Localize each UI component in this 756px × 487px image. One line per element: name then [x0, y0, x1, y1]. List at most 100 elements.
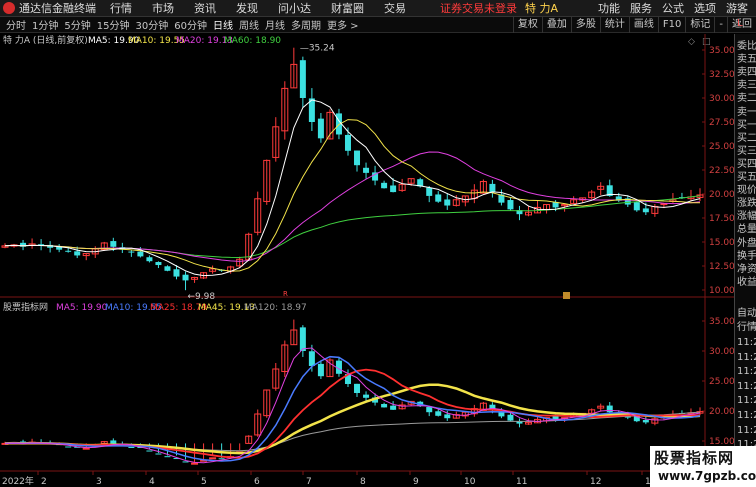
- date-label: 2022年: [2, 475, 34, 487]
- menu-news[interactable]: 资讯: [194, 0, 216, 16]
- candle-body: [146, 257, 153, 262]
- lower-ma5-label: MA5: 19.90: [56, 303, 108, 313]
- candle-body: [390, 405, 397, 410]
- draw-line-button[interactable]: 画线: [628, 16, 658, 33]
- period-daily[interactable]: 日线: [213, 17, 233, 32]
- price-tick-label: 20.00: [709, 190, 734, 200]
- chart-window-controls[interactable]: ◇ □: [688, 37, 711, 47]
- candle-body: [74, 251, 81, 256]
- candle-body: [381, 404, 388, 408]
- candle-body: [435, 194, 442, 202]
- candle-body: [435, 411, 442, 416]
- candle-body: [182, 274, 189, 281]
- menu-market-quotes[interactable]: 行情: [110, 0, 132, 16]
- candle-body: [308, 351, 315, 366]
- candle-body: [137, 251, 144, 257]
- candle-body: [128, 446, 135, 448]
- candle-body: [606, 405, 613, 413]
- side-panel-item: 11:26: [737, 351, 756, 363]
- toolbar-buttons: 复权 叠加 多股 统计 画线 F10 标记 - 返回: [512, 16, 756, 33]
- menu-formula[interactable]: 公式: [662, 0, 684, 16]
- date-label: 6: [254, 477, 260, 487]
- menu-wealth-circle[interactable]: 财富圈: [331, 0, 364, 16]
- more-periods-button[interactable]: 更多 >: [327, 17, 359, 32]
- menu-market[interactable]: 市场: [152, 0, 174, 16]
- side-panel-item: 行情: [737, 322, 756, 333]
- menu-discover[interactable]: 发现: [236, 0, 258, 16]
- price-tick-label: 25.00: [709, 142, 734, 152]
- candle-body: [65, 446, 72, 448]
- charts-area[interactable]: 特 力A (日线,前复权) MA5: 19.90 MA10: 19.55 MA2…: [0, 34, 734, 487]
- date-label: 11: [516, 477, 527, 487]
- app-name: 通达信金融终端: [19, 2, 96, 15]
- period-weekly[interactable]: 周线: [239, 17, 259, 32]
- multi-stock-button[interactable]: 多股: [570, 16, 600, 33]
- ma20-line: [4, 151, 701, 262]
- period-15min[interactable]: 15分钟: [97, 17, 130, 32]
- current-stock-name: 特 力A: [524, 2, 558, 15]
- lower-tick-label: 30.00: [709, 347, 734, 357]
- period-monthly[interactable]: 月线: [265, 17, 285, 32]
- period-60min[interactable]: 60分钟: [174, 17, 207, 32]
- date-label: 8: [360, 477, 366, 487]
- minus-button[interactable]: -: [714, 16, 727, 33]
- side-panel-item: 11:26: [737, 366, 756, 378]
- menu-functions[interactable]: 功能: [598, 0, 620, 16]
- lower-price-axis: 35.0030.0025.0020.0015.00: [702, 317, 734, 447]
- candle-body: [110, 440, 117, 444]
- menu-options[interactable]: 选项: [694, 0, 716, 16]
- candle-body: [146, 450, 153, 452]
- login-warning[interactable]: 证券交易未登录: [440, 0, 517, 16]
- high-price-label: —35.24: [300, 44, 335, 54]
- price-tick-label: 35.00: [709, 46, 734, 56]
- period-5min[interactable]: 5分钟: [64, 17, 90, 32]
- main-candles: [1, 47, 704, 291]
- panel-level-label: L: [737, 18, 743, 29]
- ma45-line: [4, 383, 701, 455]
- guest-label[interactable]: 游客: [726, 0, 748, 16]
- statistics-button[interactable]: 统计: [599, 16, 629, 33]
- side-panel-item: 收益: [737, 276, 756, 288]
- candle-body: [444, 199, 451, 206]
- price-tick-label: 10.00: [709, 286, 734, 296]
- period-1min[interactable]: 1分钟: [32, 17, 58, 32]
- date-label: 12: [590, 477, 601, 487]
- candle-body: [155, 453, 162, 455]
- candle-body: [390, 185, 397, 193]
- watermark-url: www.7gpzb.com: [658, 469, 756, 483]
- event-marker-icon[interactable]: R: [283, 290, 288, 298]
- svg-text:◇: ◇: [688, 37, 695, 47]
- candle-body: [426, 407, 433, 413]
- period-30min[interactable]: 30分钟: [135, 17, 168, 32]
- date-label: 2: [41, 477, 47, 487]
- info-marker-icon[interactable]: [563, 292, 570, 299]
- price-tick-label: 15.00: [709, 238, 734, 248]
- menu-trade[interactable]: 交易: [384, 0, 406, 16]
- price-tick-label: 30.00: [709, 94, 734, 104]
- overlay-button[interactable]: 叠加: [541, 16, 571, 33]
- ma60-label: MA60: 18.90: [224, 36, 281, 46]
- candle-body: [182, 461, 189, 463]
- f10-button[interactable]: F10: [657, 16, 685, 33]
- menu-assistant[interactable]: 问小达: [278, 0, 311, 16]
- adjust-button[interactable]: 复权: [512, 16, 542, 33]
- lower-tick-label: 25.00: [709, 377, 734, 387]
- lower-ma120-label: MA120: 18.97: [244, 303, 307, 313]
- period-timeshare[interactable]: 分时: [6, 17, 26, 32]
- period-multi[interactable]: 多周期: [291, 17, 321, 32]
- candle-body: [110, 241, 117, 247]
- side-panel-item: 11:27: [737, 424, 756, 436]
- menu-services[interactable]: 服务: [630, 0, 652, 16]
- date-label: 7: [306, 477, 312, 487]
- candle-body: [633, 202, 640, 211]
- main-chart-title: 特 力A (日线,前复权): [3, 34, 88, 46]
- side-panel-item: 11:26: [737, 337, 756, 348]
- candle-body: [507, 200, 514, 210]
- price-tick-label: 32.50: [709, 70, 734, 80]
- candle-body: [65, 250, 72, 252]
- price-tick-label: 27.50: [709, 118, 734, 128]
- candle-body: [381, 182, 388, 189]
- price-tick-label: 22.50: [709, 166, 734, 176]
- mark-button[interactable]: 标记: [685, 16, 714, 33]
- side-panel-item: 11:27: [737, 380, 756, 392]
